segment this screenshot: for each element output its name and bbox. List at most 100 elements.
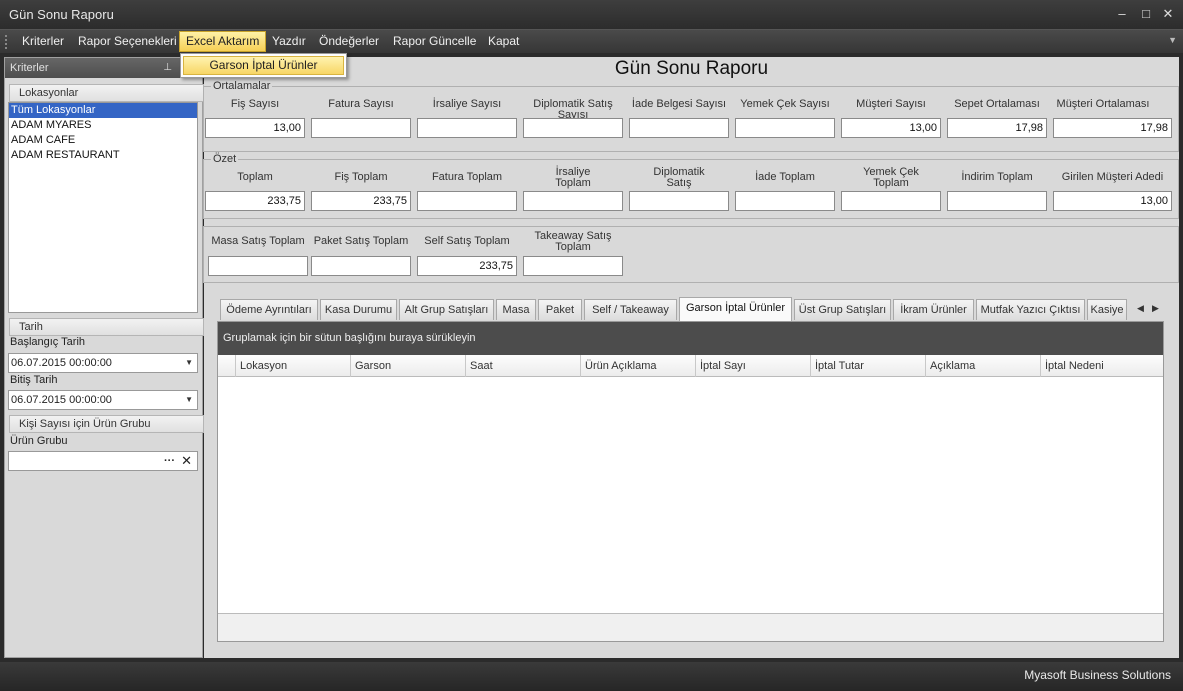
chevron-down-icon[interactable]: ▼ [185,391,193,409]
menu-excel-aktarim[interactable]: Excel Aktarım [179,31,267,52]
tab-item[interactable]: Ödeme Ayrıntıları [220,299,318,320]
summary-field[interactable] [629,191,729,211]
average-label: Sepet Ortalaması [954,98,1040,110]
tab-item[interactable]: Garson İptal Ürünler [679,297,792,321]
sales-field[interactable] [523,256,623,276]
column-header[interactable]: Garson [350,355,465,377]
tab-item[interactable]: Üst Grup Satışları [794,299,891,320]
summary-field[interactable]: 13,00 [1053,191,1172,211]
list-item[interactable]: ADAM MYARES [9,118,197,133]
ellipsis-icon[interactable]: ··· [164,452,175,470]
criteria-panel-title: Kriterler [10,62,49,74]
column-header[interactable]: Açıklama [925,355,1040,377]
menu-yazdir[interactable]: Yazdır [266,31,312,52]
grid-footer [218,613,1163,641]
sales-field[interactable] [208,256,308,276]
sales-label: Masa Satış Toplam [211,235,305,247]
sales-field[interactable] [311,256,411,276]
average-field[interactable]: 17,98 [947,118,1047,138]
average-field[interactable] [629,118,729,138]
average-field[interactable] [523,118,623,138]
pin-icon[interactable]: ⊥ [163,58,172,78]
menu-kapat[interactable]: Kapat [482,31,525,52]
column-header[interactable]: Saat [465,355,580,377]
product-group-header: Kişi Sayısı için Ürün Grubu [9,415,204,433]
criteria-panel-header: Kriterler ⊥ [5,58,202,78]
menu-ondegerler[interactable]: Öndeğerler [313,31,385,52]
list-item[interactable]: ADAM RESTAURANT [9,148,197,163]
cancel-products-grid: Gruplamak için bir sütun başlığını buray… [217,321,1164,642]
summary-label: Diplomatik Satış [653,166,705,189]
summary-label: İade Toplam [755,171,815,183]
list-item[interactable]: ADAM CAFE [9,133,197,148]
start-date-label: Başlangıç Tarih [10,336,86,348]
locations-header: Lokasyonlar [9,84,204,102]
tab-item[interactable]: Paket [538,299,582,320]
tab-prev-icon[interactable]: ◀ [1137,303,1144,314]
summary-field[interactable] [523,191,623,211]
row-indicator-header[interactable] [218,355,235,377]
start-date-value: 06.07.2015 00:00:00 [11,357,112,369]
average-field[interactable]: 13,00 [841,118,941,138]
menu-rapor-guncelle[interactable]: Rapor Güncelle [387,31,482,52]
summary-field[interactable] [947,191,1047,211]
group-by-panel[interactable]: Gruplamak için bir sütun başlığını buray… [218,322,1163,355]
tab-next-icon[interactable]: ▶ [1152,303,1159,314]
average-field[interactable]: 13,00 [205,118,305,138]
sales-label: Paket Satış Toplam [313,235,409,247]
tab-item[interactable]: Self / Takeaway [584,299,677,320]
summary-field[interactable]: 233,75 [205,191,305,211]
average-field[interactable] [417,118,517,138]
summary-field[interactable] [841,191,941,211]
menu-kriterler[interactable]: Kriterler [16,31,70,52]
menu-overflow-icon[interactable]: ▼ [1168,35,1177,45]
average-field[interactable] [735,118,835,138]
title-bar: Gün Sonu Raporu – □ ✕ [0,0,1183,29]
summary-label: Yemek Çek Toplam [863,166,919,189]
average-field[interactable]: 17,98 [1053,118,1172,138]
sales-field[interactable]: 233,75 [417,256,517,276]
close-icon[interactable]: ✕ [1159,6,1177,22]
brand-label: Myasoft Business Solutions [1024,668,1171,682]
tab-item[interactable]: Mutfak Yazıcı Çıktısı [976,299,1085,320]
menu-rapor-secenekleri[interactable]: Rapor Seçenekleri [72,31,183,52]
product-group-field[interactable]: ··· ✕ [8,451,198,471]
end-date-picker[interactable]: 06.07.2015 00:00:00 ▼ [8,390,198,410]
start-date-picker[interactable]: 06.07.2015 00:00:00 ▼ [8,353,198,373]
locations-list[interactable]: Tüm Lokasyonlar ADAM MYARES ADAM CAFE AD… [8,102,198,313]
column-header[interactable]: İptal Tutar [810,355,925,377]
list-item[interactable]: Tüm Lokasyonlar [9,103,197,118]
column-header[interactable]: Ürün Açıklama [580,355,695,377]
end-date-value: 06.07.2015 00:00:00 [11,394,112,406]
dropdown-garson-iptal-urunler[interactable]: Garson İptal Ürünler [183,56,344,75]
tab-item[interactable]: Kasiye [1087,299,1127,320]
minimize-icon[interactable]: – [1113,6,1131,22]
tab-item[interactable]: Masa [496,299,536,320]
average-label: Müşteri Sayısı [856,98,926,110]
tab-item[interactable]: Kasa Durumu [320,299,397,320]
summary-field[interactable] [735,191,835,211]
summary-label: Fiş Toplam [334,171,388,183]
maximize-icon[interactable]: □ [1137,6,1155,22]
average-label: Fatura Sayısı [328,98,394,110]
end-date-label: Bitiş Tarih [10,374,58,386]
chevron-down-icon[interactable]: ▼ [185,354,193,372]
grip-handle [5,35,9,49]
tab-item[interactable]: İkram Ürünler [893,299,974,320]
summary-field[interactable]: 233,75 [311,191,411,211]
clear-icon[interactable]: ✕ [181,452,192,470]
summary-label: Girilen Müşteri Adedi [1061,171,1164,183]
average-label: Yemek Çek Sayısı [740,98,830,110]
column-header[interactable]: İptal Sayı [695,355,810,377]
menu-bar: Kriterler Rapor Seçenekleri Excel Aktarı… [0,29,1183,53]
report-title: Gün Sonu Raporu [614,58,769,79]
average-field[interactable] [311,118,411,138]
window-title: Gün Sonu Raporu [9,7,114,22]
tab-item[interactable]: Alt Grup Satışları [399,299,494,320]
summary-field[interactable] [417,191,517,211]
column-header[interactable]: İptal Nedeni [1040,355,1163,377]
status-bar: Myasoft Business Solutions [0,662,1183,691]
averages-legend: Ortalamalar [211,80,273,92]
column-header[interactable]: Lokasyon [235,355,350,377]
date-header: Tarih [9,318,204,336]
